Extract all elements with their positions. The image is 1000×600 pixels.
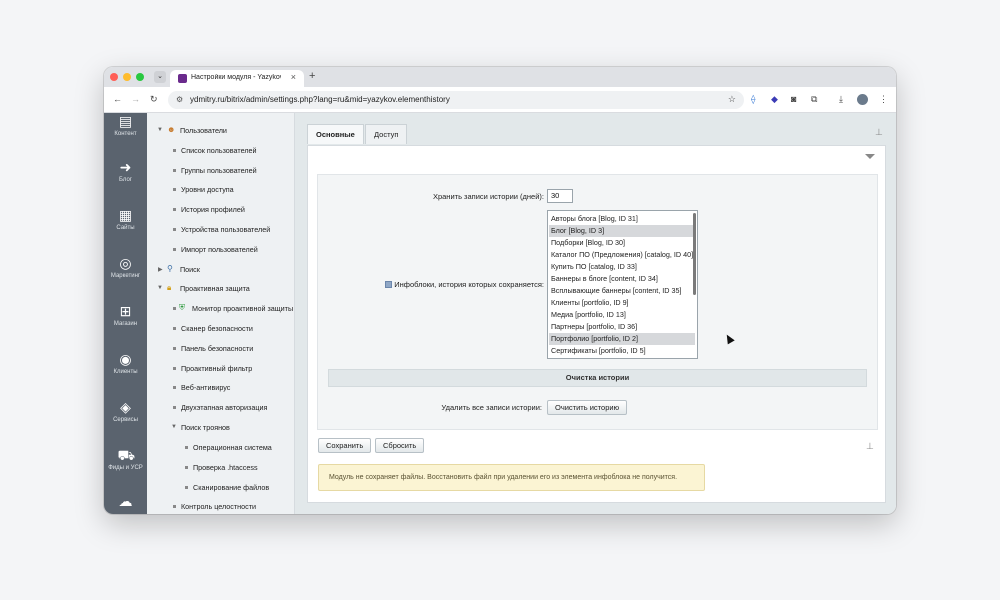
rail-item-shop[interactable]: ⊞ Магазин — [104, 303, 147, 327]
list-item[interactable]: Всплывающие баннеры [content, ID 35] — [549, 285, 695, 297]
browser-window: ⌄ Настройки модуля - Yazykov × + ← → ↻ ⚙… — [104, 67, 896, 514]
pin-icon[interactable]: ⊥ — [875, 127, 883, 138]
list-item[interactable]: Сертификаты [portfolio, ID 5] — [549, 345, 695, 357]
list-item[interactable]: Блог [Blog, ID 3] — [549, 225, 695, 237]
calendar-icon: ▦ — [118, 207, 133, 223]
tab-main[interactable]: Основные — [307, 124, 364, 144]
tab-strip: ⌄ Настройки модуля - Yazykov × + — [104, 67, 896, 87]
browser-tab[interactable]: Настройки модуля - Yazykov × — [170, 70, 304, 87]
maximize-window-button[interactable] — [136, 73, 144, 81]
settings-panel: Хранить записи истории (дней): 30 Инфобл… — [307, 145, 886, 503]
list-item[interactable]: Каталог ПО (Предложения) [catalog, ID 40… — [549, 249, 695, 261]
reload-icon[interactable]: ↻ — [150, 94, 158, 105]
cart-icon: ⛟ — [117, 447, 136, 463]
pin-bottom-icon[interactable]: ⊥ — [866, 441, 874, 452]
extension-a-icon[interactable]: ⟠ — [751, 94, 755, 105]
expanded-arrow-icon[interactable]: ▼ — [157, 285, 163, 291]
profile-avatar[interactable] — [857, 94, 868, 105]
rail-item-content[interactable]: ▤ Контент — [104, 113, 147, 137]
url-text: ydmitry.ru/bitrix/admin/settings.php?lan… — [190, 95, 450, 104]
download-icon[interactable]: ⤓ — [839, 94, 843, 105]
tab-close-icon[interactable]: × — [291, 72, 296, 82]
screenshot-icon[interactable]: ◙ — [791, 94, 796, 104]
notice-message: Модуль не сохраняет файлы. Восстановить … — [318, 464, 705, 491]
document-icon: ▤ — [118, 113, 133, 129]
tab-search-chevron-icon[interactable]: ⌄ — [154, 71, 166, 83]
rail-item-marketing[interactable]: ◎ Маркетинг — [104, 255, 147, 279]
list-item[interactable]: Авторы блога [Blog, ID 31] — [549, 213, 695, 225]
cleanup-section-header: Очистка истории — [328, 369, 867, 387]
list-item[interactable]: Баннеры в блоге [content, ID 34] — [549, 273, 695, 285]
forward-arrow-icon[interactable]: → — [131, 94, 140, 104]
site-info-icon[interactable]: ⚙ — [176, 95, 183, 104]
rail-item-blog[interactable]: ➜ Блог — [104, 159, 147, 183]
list-item[interactable]: Портфолио [portfolio, ID 2] — [549, 333, 695, 345]
reset-button[interactable]: Сбросить — [375, 438, 425, 453]
back-arrow-icon[interactable]: ← — [113, 94, 122, 104]
tab-title: Настройки модуля - Yazykov — [191, 74, 281, 81]
list-item[interactable]: Медиа [portfolio, ID 13] — [549, 309, 695, 321]
site-favicon-icon — [178, 74, 187, 83]
rail-item-clients[interactable]: ◉ Клиенты — [104, 351, 147, 375]
search-icon: ⚲ — [167, 264, 173, 273]
collapse-arrow-icon[interactable] — [865, 154, 875, 159]
rail-item-cloud[interactable]: ☁ — [104, 493, 147, 509]
shield-icon: ⛨ — [179, 303, 185, 312]
settings-form: Хранить записи истории (дней): 30 Инфобл… — [317, 174, 878, 430]
cloud-download-icon: ☁ — [118, 493, 133, 509]
layers-icon: ◈ — [120, 399, 131, 415]
history-days-input[interactable]: 30 — [547, 189, 573, 203]
settings-tabs: Основные Доступ ⊥ — [295, 113, 896, 145]
expanded-arrow-icon[interactable]: ▼ — [157, 127, 163, 133]
tab-access[interactable]: Доступ — [365, 124, 408, 144]
lock-icon: 🔒︎ — [167, 283, 172, 292]
list-item[interactable]: Купить ПО [catalog, ID 33] — [549, 261, 695, 273]
list-item[interactable]: Партнеры [portfolio, ID 36] — [549, 321, 695, 333]
clients-icon: ◉ — [119, 351, 132, 367]
history-days-label: Хранить записи истории (дней): — [432, 192, 544, 201]
menu-tree: ▼ ☻ Пользователи Список пользователей Гр… — [147, 113, 295, 514]
rail-item-sites[interactable]: ▦ Сайты — [104, 207, 147, 231]
minimize-window-button[interactable] — [123, 73, 131, 81]
extensions-puzzle-icon[interactable]: ⧉ — [811, 94, 817, 105]
rail-item-services[interactable]: ◈ Сервисы — [104, 399, 147, 423]
admin-rail: ▤ Контент ➜ Блог ▦ Сайты ◎ Маркетинг ⊞ М… — [104, 113, 147, 514]
new-tab-button[interactable]: + — [309, 70, 315, 82]
collapsed-arrow-icon[interactable]: ▶ — [158, 266, 163, 273]
list-item[interactable]: Подборки [Blog, ID 30] — [549, 237, 695, 249]
close-window-button[interactable] — [110, 73, 118, 81]
iblocks-label: Инфоблоки, история которых сохраняется: — [385, 280, 544, 289]
clear-history-button[interactable]: Очистить историю — [547, 400, 628, 415]
basket-icon: ⊞ — [119, 303, 132, 319]
target-icon: ◎ — [119, 255, 132, 271]
rail-item-feeds[interactable]: ⛟ Фиды и УСР — [104, 447, 147, 471]
main-content: Основные Доступ ⊥ Хранить записи истории… — [295, 113, 896, 514]
more-menu-icon[interactable]: ⋮ — [879, 94, 888, 105]
extension-diamond-icon[interactable]: ◆ — [771, 94, 778, 105]
bookmark-star-icon[interactable]: ☆ — [728, 94, 736, 105]
delete-all-label: Удалить все записи истории: — [441, 403, 542, 412]
info-icon — [385, 281, 393, 288]
expanded-arrow-icon[interactable]: ▼ — [171, 424, 177, 430]
listbox-scrollbar[interactable] — [693, 213, 696, 295]
iblocks-multiselect[interactable]: Авторы блога [Blog, ID 31] Блог [Blog, I… — [547, 210, 698, 359]
url-field[interactable]: ⚙ ydmitry.ru/bitrix/admin/settings.php?l… — [168, 91, 744, 109]
arrow-circle-icon: ➜ — [119, 159, 132, 175]
user-icon: ☻ — [167, 125, 176, 134]
list-item[interactable]: Клиенты [portfolio, ID 9] — [549, 297, 695, 309]
address-bar: ← → ↻ ⚙ ydmitry.ru/bitrix/admin/settings… — [104, 87, 896, 113]
save-button[interactable]: Сохранить — [318, 438, 372, 453]
